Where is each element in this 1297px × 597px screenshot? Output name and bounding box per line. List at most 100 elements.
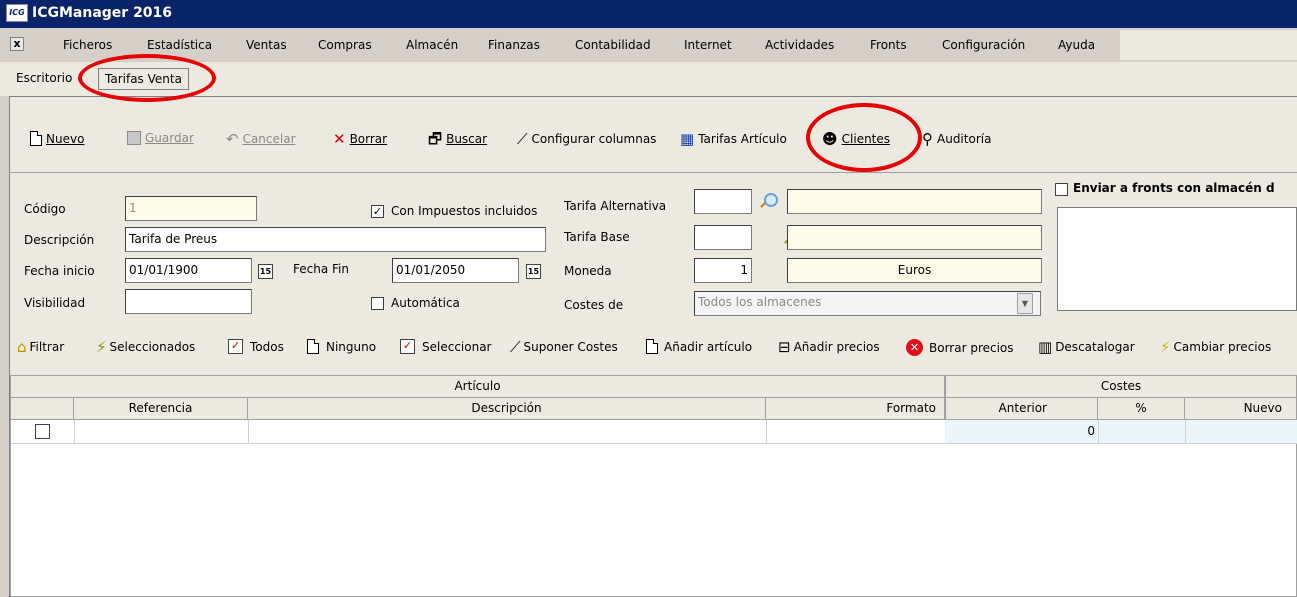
book-icon: ▥ (1038, 338, 1053, 356)
clientes-label: Clientes (841, 132, 891, 146)
fronts-list[interactable] (1057, 207, 1297, 311)
main-toolbar: Nuevo Guardar ↶ Cancelar ✕ Borrar 🗗 Busc… (10, 100, 1297, 168)
guardar-button[interactable]: Guardar (127, 131, 194, 145)
row-checkbox[interactable] (35, 424, 50, 439)
tarifa-base-name-field (787, 225, 1042, 250)
auditoria-button[interactable]: ⚲ Auditoría (922, 131, 991, 147)
anadir-precios-button[interactable]: ⊟ Añadir precios (778, 339, 880, 355)
menu-ayuda[interactable]: Ayuda (1058, 38, 1095, 52)
header-group-articulo: Artículo (11, 376, 945, 398)
menu-bar-filler (1120, 30, 1297, 60)
moneda-code-field[interactable]: 1 (694, 258, 752, 283)
delete-x-icon: ✕ (333, 130, 346, 148)
menu-configuracion[interactable]: Configuración (942, 38, 1025, 52)
menu-estadistica[interactable]: Estadística (147, 38, 212, 52)
app-logo-icon: ICG (6, 4, 28, 22)
borrar-precios-button[interactable]: ✕ Borrar precios (906, 339, 1014, 356)
header-anterior[interactable]: Anterior (945, 398, 1098, 420)
borrar-button[interactable]: ✕ Borrar (333, 131, 387, 147)
todos-button[interactable]: ✓ Todos (228, 339, 284, 354)
col-divider (1098, 420, 1099, 444)
header-nuevo[interactable]: Nuevo (1185, 398, 1297, 420)
menu-ventas[interactable]: Ventas (246, 38, 287, 52)
tarifa-alternativa-code-field[interactable] (694, 189, 752, 214)
menu-internet[interactable]: Internet (684, 38, 732, 52)
tarifas-articulo-label: Tarifas Artículo (698, 132, 787, 146)
menu-finanzas[interactable]: Finanzas (488, 38, 540, 52)
fecha-inicio-calendar-icon[interactable]: 15 (258, 264, 273, 279)
automatica-checkbox[interactable] (371, 297, 384, 310)
undo-icon: ↶ (226, 130, 239, 148)
borrar-precios-label: Borrar precios (929, 340, 1014, 355)
tarifas-articulo-button[interactable]: ▦ Tarifas Artículo (680, 131, 787, 147)
todos-label: Todos (250, 339, 284, 354)
anadir-articulo-button[interactable]: Añadir artículo (646, 339, 752, 354)
header-referencia[interactable]: Referencia (74, 398, 248, 420)
configurar-columnas-button[interactable]: ⟋ Configurar columnas (517, 131, 656, 147)
audit-icon: ⚲ (922, 130, 933, 148)
con-impuestos-checkbox[interactable]: ✓ (371, 205, 384, 218)
descatalogar-button[interactable]: ▥ Descatalogar (1038, 339, 1135, 355)
menu-contabilidad[interactable]: Contabilidad (575, 38, 651, 52)
check-none-icon (307, 339, 319, 354)
suponer-costes-button[interactable]: ⟋ Suponer Costes (510, 339, 618, 355)
buscar-button[interactable]: 🗗 Buscar (428, 131, 487, 147)
cancelar-label: Cancelar (242, 132, 296, 146)
costes-de-dropdown-chevron-icon[interactable]: ▼ (1017, 293, 1033, 314)
col-divider (74, 420, 75, 444)
header-descripcion[interactable]: Descripción (248, 398, 766, 420)
search-window-icon: 🗗 (428, 130, 443, 148)
codigo-field[interactable]: 1 (125, 196, 257, 221)
costes-de-select[interactable]: Todos los almacenes (694, 291, 1041, 316)
tarifa-base-code-field[interactable] (694, 225, 752, 250)
moneda-name-field: Euros (787, 258, 1042, 283)
filter-selected-icon: ⚡ (96, 338, 107, 356)
descripcion-label: Descripción (24, 233, 95, 247)
clientes-button[interactable]: ☻ Clientes (822, 131, 890, 147)
cambiar-precios-button[interactable]: ⚡ Cambiar precios (1160, 339, 1271, 355)
tab-tarifas-venta[interactable]: Tarifas Venta (98, 68, 189, 90)
descripcion-field[interactable]: Tarifa de Preus (125, 227, 546, 252)
seleccionar-label: Seleccionar (422, 339, 492, 354)
costes-de-label: Costes de (564, 298, 624, 312)
cell-anterior[interactable]: 0 (945, 424, 1095, 438)
tarifa-base-label: Tarifa Base (564, 230, 630, 244)
tab-escritorio[interactable]: Escritorio (10, 68, 78, 90)
fecha-inicio-field[interactable]: 01/01/1900 (125, 258, 252, 283)
fecha-fin-field[interactable]: 01/01/2050 (392, 258, 519, 283)
menu-bar: x Ficheros Estadística Ventas Compras Al… (0, 28, 1297, 62)
menu-actividades[interactable]: Actividades (765, 38, 834, 52)
new-document-icon (30, 131, 42, 146)
tarifa-alternativa-name-field (787, 189, 1042, 214)
grid-toolbar: ⌂ Filtrar ⚡ Seleccionados ✓ Todos Ningun… (10, 330, 1297, 366)
lightning-icon: ⚡ (1160, 338, 1171, 356)
add-prices-icon: ⊟ (778, 338, 791, 356)
fecha-fin-calendar-icon[interactable]: 15 (526, 264, 541, 279)
auditoria-label: Auditoría (937, 132, 992, 146)
menu-compras[interactable]: Compras (318, 38, 372, 52)
filter-folder-icon: ⌂ (17, 338, 27, 356)
nuevo-button[interactable]: Nuevo (30, 131, 84, 146)
table-row[interactable]: 0 (11, 420, 1297, 444)
con-impuestos-label: Con Impuestos incluidos (391, 204, 538, 218)
filtrar-button[interactable]: ⌂ Filtrar (17, 339, 64, 355)
client-icon: ☻ (822, 130, 838, 148)
seleccionar-button[interactable]: ✓ Seleccionar (400, 339, 491, 354)
ninguno-label: Ninguno (326, 339, 377, 354)
visibilidad-field[interactable] (125, 289, 252, 314)
menu-ficheros[interactable]: Ficheros (63, 38, 112, 52)
header-formato[interactable]: Formato (766, 398, 945, 420)
tarifa-alternativa-search-icon[interactable] (757, 192, 778, 212)
magic-wand-icon: ⟋ (510, 338, 521, 356)
tarifa-alternativa-label: Tarifa Alternativa (564, 199, 667, 213)
header-pct[interactable]: % (1098, 398, 1185, 420)
filtrar-label: Filtrar (29, 340, 65, 354)
menu-fronts[interactable]: Fronts (870, 38, 907, 52)
window-title: ICGManager 2016 (32, 5, 173, 21)
ninguno-button[interactable]: Ninguno (307, 339, 376, 354)
enviar-fronts-checkbox[interactable] (1055, 183, 1068, 196)
cancelar-button[interactable]: ↶ Cancelar (226, 131, 296, 147)
seleccionados-button[interactable]: ⚡ Seleccionados (96, 339, 195, 355)
close-icon[interactable]: x (10, 37, 24, 51)
menu-almacen[interactable]: Almacén (406, 38, 458, 52)
